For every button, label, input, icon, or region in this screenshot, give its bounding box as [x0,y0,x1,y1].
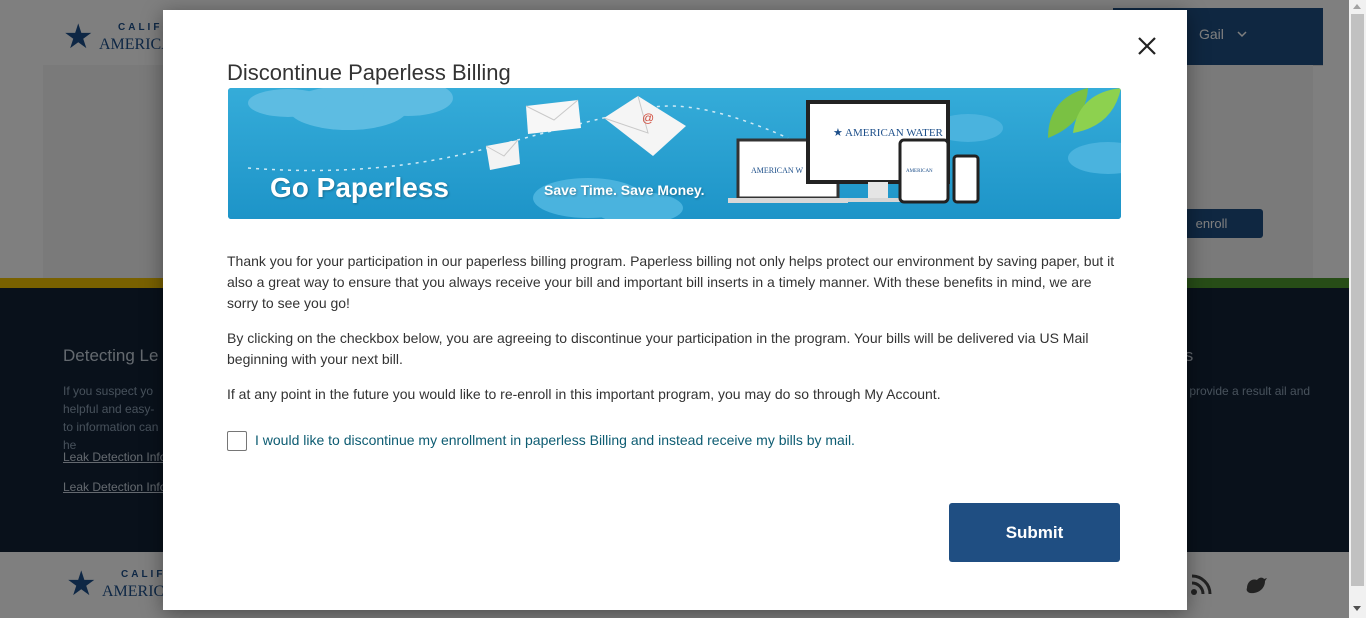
modal-body: Thank you for your participation in our … [227,251,1123,419]
svg-text:AMERICAN: AMERICAN [906,169,933,174]
banner-subtitle: Save Time. Save Money. [544,182,705,198]
envelope-icon [525,99,581,134]
submit-button[interactable]: Submit [949,503,1120,562]
scroll-down-arrow-icon[interactable] [1353,606,1361,611]
discontinue-paperless-modal: Discontinue Paperless Billing @ AMERICAN… [163,10,1187,610]
go-paperless-banner: @ AMERICAN W ★ AMERICAN WATER AMERICAN G… [228,88,1121,219]
svg-text:@: @ [642,111,654,125]
discontinue-checkbox[interactable] [227,431,247,451]
svg-text:AMERICAN W: AMERICAN W [751,166,804,175]
close-button[interactable] [1133,32,1161,60]
close-icon [1138,37,1156,55]
discontinue-checkbox-row[interactable]: I would like to discontinue my enrollmen… [227,431,1127,451]
modal-title: Discontinue Paperless Billing [227,60,511,85]
paragraph-agreement: By clicking on the checkbox below, you a… [227,330,1089,367]
svg-text:★ AMERICAN WATER: ★ AMERICAN WATER [833,127,944,139]
page-scrollbar[interactable] [1349,0,1366,618]
paragraph-thank-you: Thank you for your participation in our … [227,253,1115,311]
scroll-up-arrow-icon[interactable] [1353,4,1361,9]
scroll-thumb[interactable] [1351,14,1364,586]
banner-title: Go Paperless [270,172,449,203]
paragraph-reenroll: If at any point in the future you would … [227,386,941,402]
discontinue-checkbox-label[interactable]: I would like to discontinue my enrollmen… [255,431,855,449]
